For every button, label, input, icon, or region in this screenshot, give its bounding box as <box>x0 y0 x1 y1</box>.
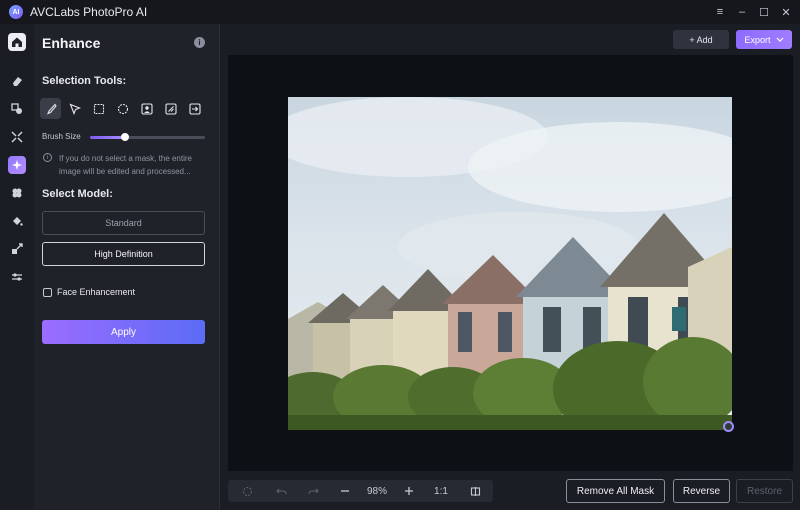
undo-icon[interactable] <box>270 480 292 502</box>
reverse-button[interactable]: Reverse <box>673 479 730 503</box>
zoom-toolbar <box>228 480 493 502</box>
object-select-icon[interactable] <box>160 98 181 119</box>
lasso-icon[interactable] <box>64 98 85 119</box>
restore-button[interactable]: Restore <box>736 479 793 503</box>
colorize-icon[interactable] <box>8 184 26 202</box>
houses-photo-image <box>288 97 732 430</box>
mask-hint-text: If you do not select a mask, the entire … <box>59 154 192 176</box>
enhance-icon[interactable] <box>8 156 26 174</box>
model-high-definition-button[interactable]: High Definition <box>42 242 205 266</box>
brush-icon[interactable] <box>40 98 61 119</box>
redo-icon[interactable] <box>302 480 324 502</box>
select-model-label: Select Model: <box>42 188 113 200</box>
upscale-icon[interactable] <box>8 128 26 146</box>
zoom-level: 98% <box>366 485 387 497</box>
add-button[interactable]: + Add <box>673 30 729 49</box>
photo-preview[interactable] <box>288 97 732 430</box>
person-select-icon[interactable] <box>136 98 157 119</box>
slider-handle[interactable] <box>120 133 129 141</box>
resize-icon[interactable] <box>8 240 26 258</box>
menu-icon[interactable]: ≡ <box>709 0 731 24</box>
apply-button[interactable]: Apply <box>42 320 205 344</box>
fill-icon[interactable] <box>8 212 26 230</box>
adjust-icon[interactable] <box>8 268 26 286</box>
app-title: AVCLabs PhotoPro AI <box>30 5 148 19</box>
compare-icon[interactable] <box>464 480 486 502</box>
face-enhancement-checkbox[interactable] <box>43 288 52 297</box>
brush-size-slider[interactable] <box>90 133 205 141</box>
chevron-down-icon <box>776 37 783 42</box>
zoom-out-icon[interactable] <box>334 480 356 502</box>
eraser-icon[interactable] <box>8 72 26 90</box>
app-window: AI AVCLabs PhotoPro AI ≡ – ☐ ✕ Enhance i… <box>0 0 800 510</box>
hint-info-icon: i <box>43 153 52 162</box>
left-icon-bar <box>0 24 34 510</box>
resize-handle[interactable] <box>723 421 734 432</box>
actual-size-button[interactable]: 1:1 <box>430 480 452 502</box>
close-button[interactable]: ✕ <box>775 0 797 24</box>
selection-tools <box>40 98 205 119</box>
remove-all-mask-button[interactable]: Remove All Mask <box>566 479 665 503</box>
slider-fill <box>90 136 125 139</box>
minimize-button[interactable]: – <box>731 0 753 24</box>
app-logo-icon: AI <box>9 5 23 19</box>
title-bar: AI AVCLabs PhotoPro AI <box>0 0 800 24</box>
select-all-icon[interactable] <box>236 480 258 502</box>
export-label: Export <box>744 34 771 45</box>
selection-tools-label: Selection Tools: <box>42 75 127 87</box>
model-standard-button[interactable]: Standard <box>42 211 205 235</box>
export-button[interactable]: Export <box>736 30 792 49</box>
object-remove-icon[interactable] <box>8 100 26 118</box>
ellipse-select-icon[interactable] <box>112 98 133 119</box>
info-icon[interactable]: i <box>194 37 205 48</box>
invert-select-icon[interactable] <box>184 98 205 119</box>
zoom-in-icon[interactable] <box>398 480 420 502</box>
face-enhancement-label: Face Enhancement <box>57 287 136 297</box>
panel-title: Enhance <box>42 35 101 51</box>
enhance-panel: Enhance i Selection Tools: Brush Size i … <box>34 24 220 510</box>
home-icon[interactable] <box>8 33 26 51</box>
brush-size-label: Brush Size <box>42 132 81 141</box>
maximize-button[interactable]: ☐ <box>753 0 775 24</box>
rectangle-select-icon[interactable] <box>88 98 109 119</box>
